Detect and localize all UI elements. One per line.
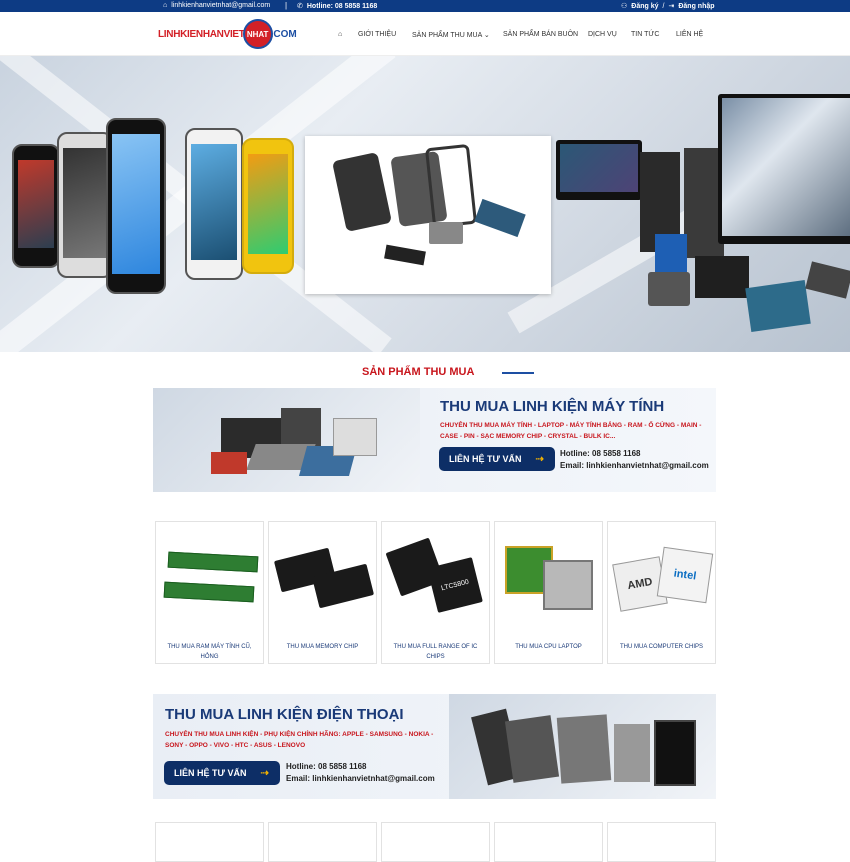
ram-image bbox=[158, 524, 261, 624]
banner1-email: Email: linhkienhanvietnhat@gmail.com bbox=[560, 461, 709, 470]
product-grid-2 bbox=[155, 822, 716, 862]
nav-tin-tuc[interactable]: TIN TỨC bbox=[631, 31, 659, 38]
banner1-title: THU MUA LINH KIỆN MÁY TÍNH bbox=[440, 398, 665, 415]
card-image bbox=[805, 261, 850, 299]
product-card[interactable] bbox=[155, 822, 264, 862]
banner1-contact: Hotline: 08 5858 1168 Email: linhkienhan… bbox=[560, 448, 709, 472]
product-name: THU MUA FULL RANGE OF IC CHIPS bbox=[393, 644, 478, 660]
chevron-down-icon: ⌄ bbox=[483, 32, 490, 39]
hdd-image bbox=[648, 272, 690, 306]
phone-icon: ✆ bbox=[297, 3, 303, 10]
phone-image bbox=[106, 118, 166, 294]
phone-image bbox=[242, 138, 294, 274]
banner-dien-thoai[interactable]: THU MUA LINH KIỆN ĐIỆN THOẠI CHUYÊN THU … bbox=[153, 694, 716, 799]
product-card[interactable]: THU MUA RAM MÁY TÍNH CŨ, HỎNG bbox=[155, 521, 264, 664]
register-link[interactable]: Đăng ký bbox=[631, 3, 658, 10]
phone-parts-banner-image bbox=[449, 694, 716, 799]
banner1-button-label: LIÊN HỆ TƯ VẤN bbox=[449, 454, 522, 464]
product-card[interactable] bbox=[381, 822, 490, 862]
logo-circle: NHAT bbox=[242, 19, 273, 49]
banner2-contact-button[interactable]: LIÊN HỆ TƯ VẤN ⇢ bbox=[164, 761, 280, 785]
product-card[interactable]: AMD intel THU MUA COMPUTER CHIPS bbox=[607, 521, 716, 664]
banner1-desc: CHUYÊN THU MUA MÁY TÍNH - LAPTOP - MÁY T… bbox=[440, 422, 702, 440]
top-email[interactable]: ⌂ linhkienhanvietnhat@gmail.com bbox=[163, 2, 270, 9]
product-card[interactable]: LTC5800 THU MUA FULL RANGE OF IC CHIPS bbox=[381, 521, 490, 664]
product-card[interactable] bbox=[268, 822, 377, 862]
product-name: THU MUA COMPUTER CHIPS bbox=[619, 644, 703, 650]
top-email-text: linhkienhanvietnhat@gmail.com bbox=[171, 2, 271, 9]
top-bar: ⌂ linhkienhanvietnhat@gmail.com | ✆ Hotl… bbox=[0, 0, 850, 12]
banner2-desc: CHUYÊN THU MUA LINH KIỆN - PHỤ KIỆN CHÍN… bbox=[165, 731, 434, 749]
hero-banner[interactable] bbox=[0, 56, 850, 352]
top-hotline-text: Hotline: 08 5858 1168 bbox=[306, 2, 378, 10]
nav-gioi-thieu[interactable]: GIỚI THIỆU bbox=[358, 31, 396, 38]
ic-chip-image: LTC5800 bbox=[384, 524, 487, 624]
computer-chips-image: AMD intel bbox=[610, 524, 714, 624]
monitor-image bbox=[718, 94, 850, 244]
banner2-button-label: LIÊN HỆ TƯ VẤN bbox=[174, 768, 247, 778]
intel-chip-label: intel bbox=[656, 546, 714, 604]
phone-image bbox=[185, 128, 243, 280]
psu-image bbox=[695, 256, 749, 298]
product-card[interactable]: THU MUA CPU LAPTOP bbox=[494, 521, 603, 664]
phone-parts-image bbox=[305, 136, 551, 294]
product-card[interactable]: THU MUA MEMORY CHIP bbox=[268, 521, 377, 664]
banner-may-tinh[interactable]: THU MUA LINH KIỆN MÁY TÍNH CHUYÊN THU MU… bbox=[153, 388, 716, 492]
product-card[interactable] bbox=[607, 822, 716, 862]
banner2-hotline: Hotline: 08 5858 1168 bbox=[286, 762, 367, 771]
motherboard-image bbox=[745, 280, 811, 332]
banner1-hotline: Hotline: 08 5858 1168 bbox=[560, 449, 641, 458]
logo-part1: LINHKIENHANVIET bbox=[158, 28, 245, 40]
nav-san-pham-ban-buon[interactable]: SẢN PHẨM BÁN BUÔN bbox=[503, 31, 578, 38]
cpu-image bbox=[497, 524, 600, 624]
title-divider bbox=[502, 372, 534, 374]
computer-parts-image bbox=[153, 388, 420, 492]
top-separator: | bbox=[285, 1, 288, 10]
phone-image bbox=[12, 144, 60, 268]
header: LINHKIENHANVIET NHAT .COM ⌂ GIỚI THIỆU S… bbox=[0, 12, 850, 56]
arrow-right-icon: ⇢ bbox=[260, 767, 269, 779]
nav-lien-he[interactable]: LIÊN HỆ bbox=[676, 31, 703, 38]
product-card[interactable] bbox=[494, 822, 603, 862]
banner2-contact: Hotline: 08 5858 1168 Email: linhkienhan… bbox=[286, 761, 435, 785]
login-link[interactable]: Đăng nhập bbox=[678, 3, 714, 10]
logo-part2: .COM bbox=[270, 28, 297, 40]
login-icon: ⇥ bbox=[668, 3, 675, 10]
site-logo[interactable]: LINHKIENHANVIET NHAT .COM bbox=[158, 19, 297, 49]
home-icon: ⌂ bbox=[163, 2, 168, 9]
home-nav-icon[interactable]: ⌂ bbox=[338, 31, 342, 38]
memory-chip-image bbox=[271, 524, 375, 624]
phone-image bbox=[57, 132, 113, 278]
ltc-chip-label: LTC5800 bbox=[427, 557, 483, 613]
banner2-title: THU MUA LINH KIỆN ĐIỆN THOẠI bbox=[165, 706, 404, 723]
section-title: SẢN PHẨM THU MUA bbox=[362, 366, 475, 378]
product-name: THU MUA CPU LAPTOP bbox=[515, 644, 582, 650]
arrow-right-icon: ⇢ bbox=[535, 453, 544, 465]
nav-dich-vu[interactable]: DỊCH VỤ bbox=[588, 31, 617, 38]
box-image bbox=[655, 234, 687, 272]
product-grid: THU MUA RAM MÁY TÍNH CŨ, HỎNG THU MUA ME… bbox=[155, 521, 716, 664]
nav-san-pham-thu-mua[interactable]: SẢN PHẨM THU MUA ⌄ bbox=[412, 31, 490, 39]
banner2-email: Email: linhkienhanvietnhat@gmail.com bbox=[286, 774, 435, 783]
user-add-icon: ⚇ bbox=[621, 3, 628, 10]
banner1-contact-button[interactable]: LIÊN HỆ TƯ VẤN ⇢ bbox=[439, 447, 555, 471]
product-name: THU MUA RAM MÁY TÍNH CŨ, HỎNG bbox=[167, 644, 252, 660]
monitor-image bbox=[556, 140, 642, 200]
product-name: THU MUA MEMORY CHIP bbox=[286, 644, 359, 650]
account-links: ⚇ Đăng ký / ⇥ Đăng nhập bbox=[621, 2, 715, 11]
top-hotline[interactable]: ✆ Hotline: 08 5858 1168 bbox=[297, 2, 378, 11]
nav-san-pham-thu-mua-label: SẢN PHẨM THU MUA bbox=[412, 32, 482, 39]
account-slash: / bbox=[662, 2, 665, 10]
